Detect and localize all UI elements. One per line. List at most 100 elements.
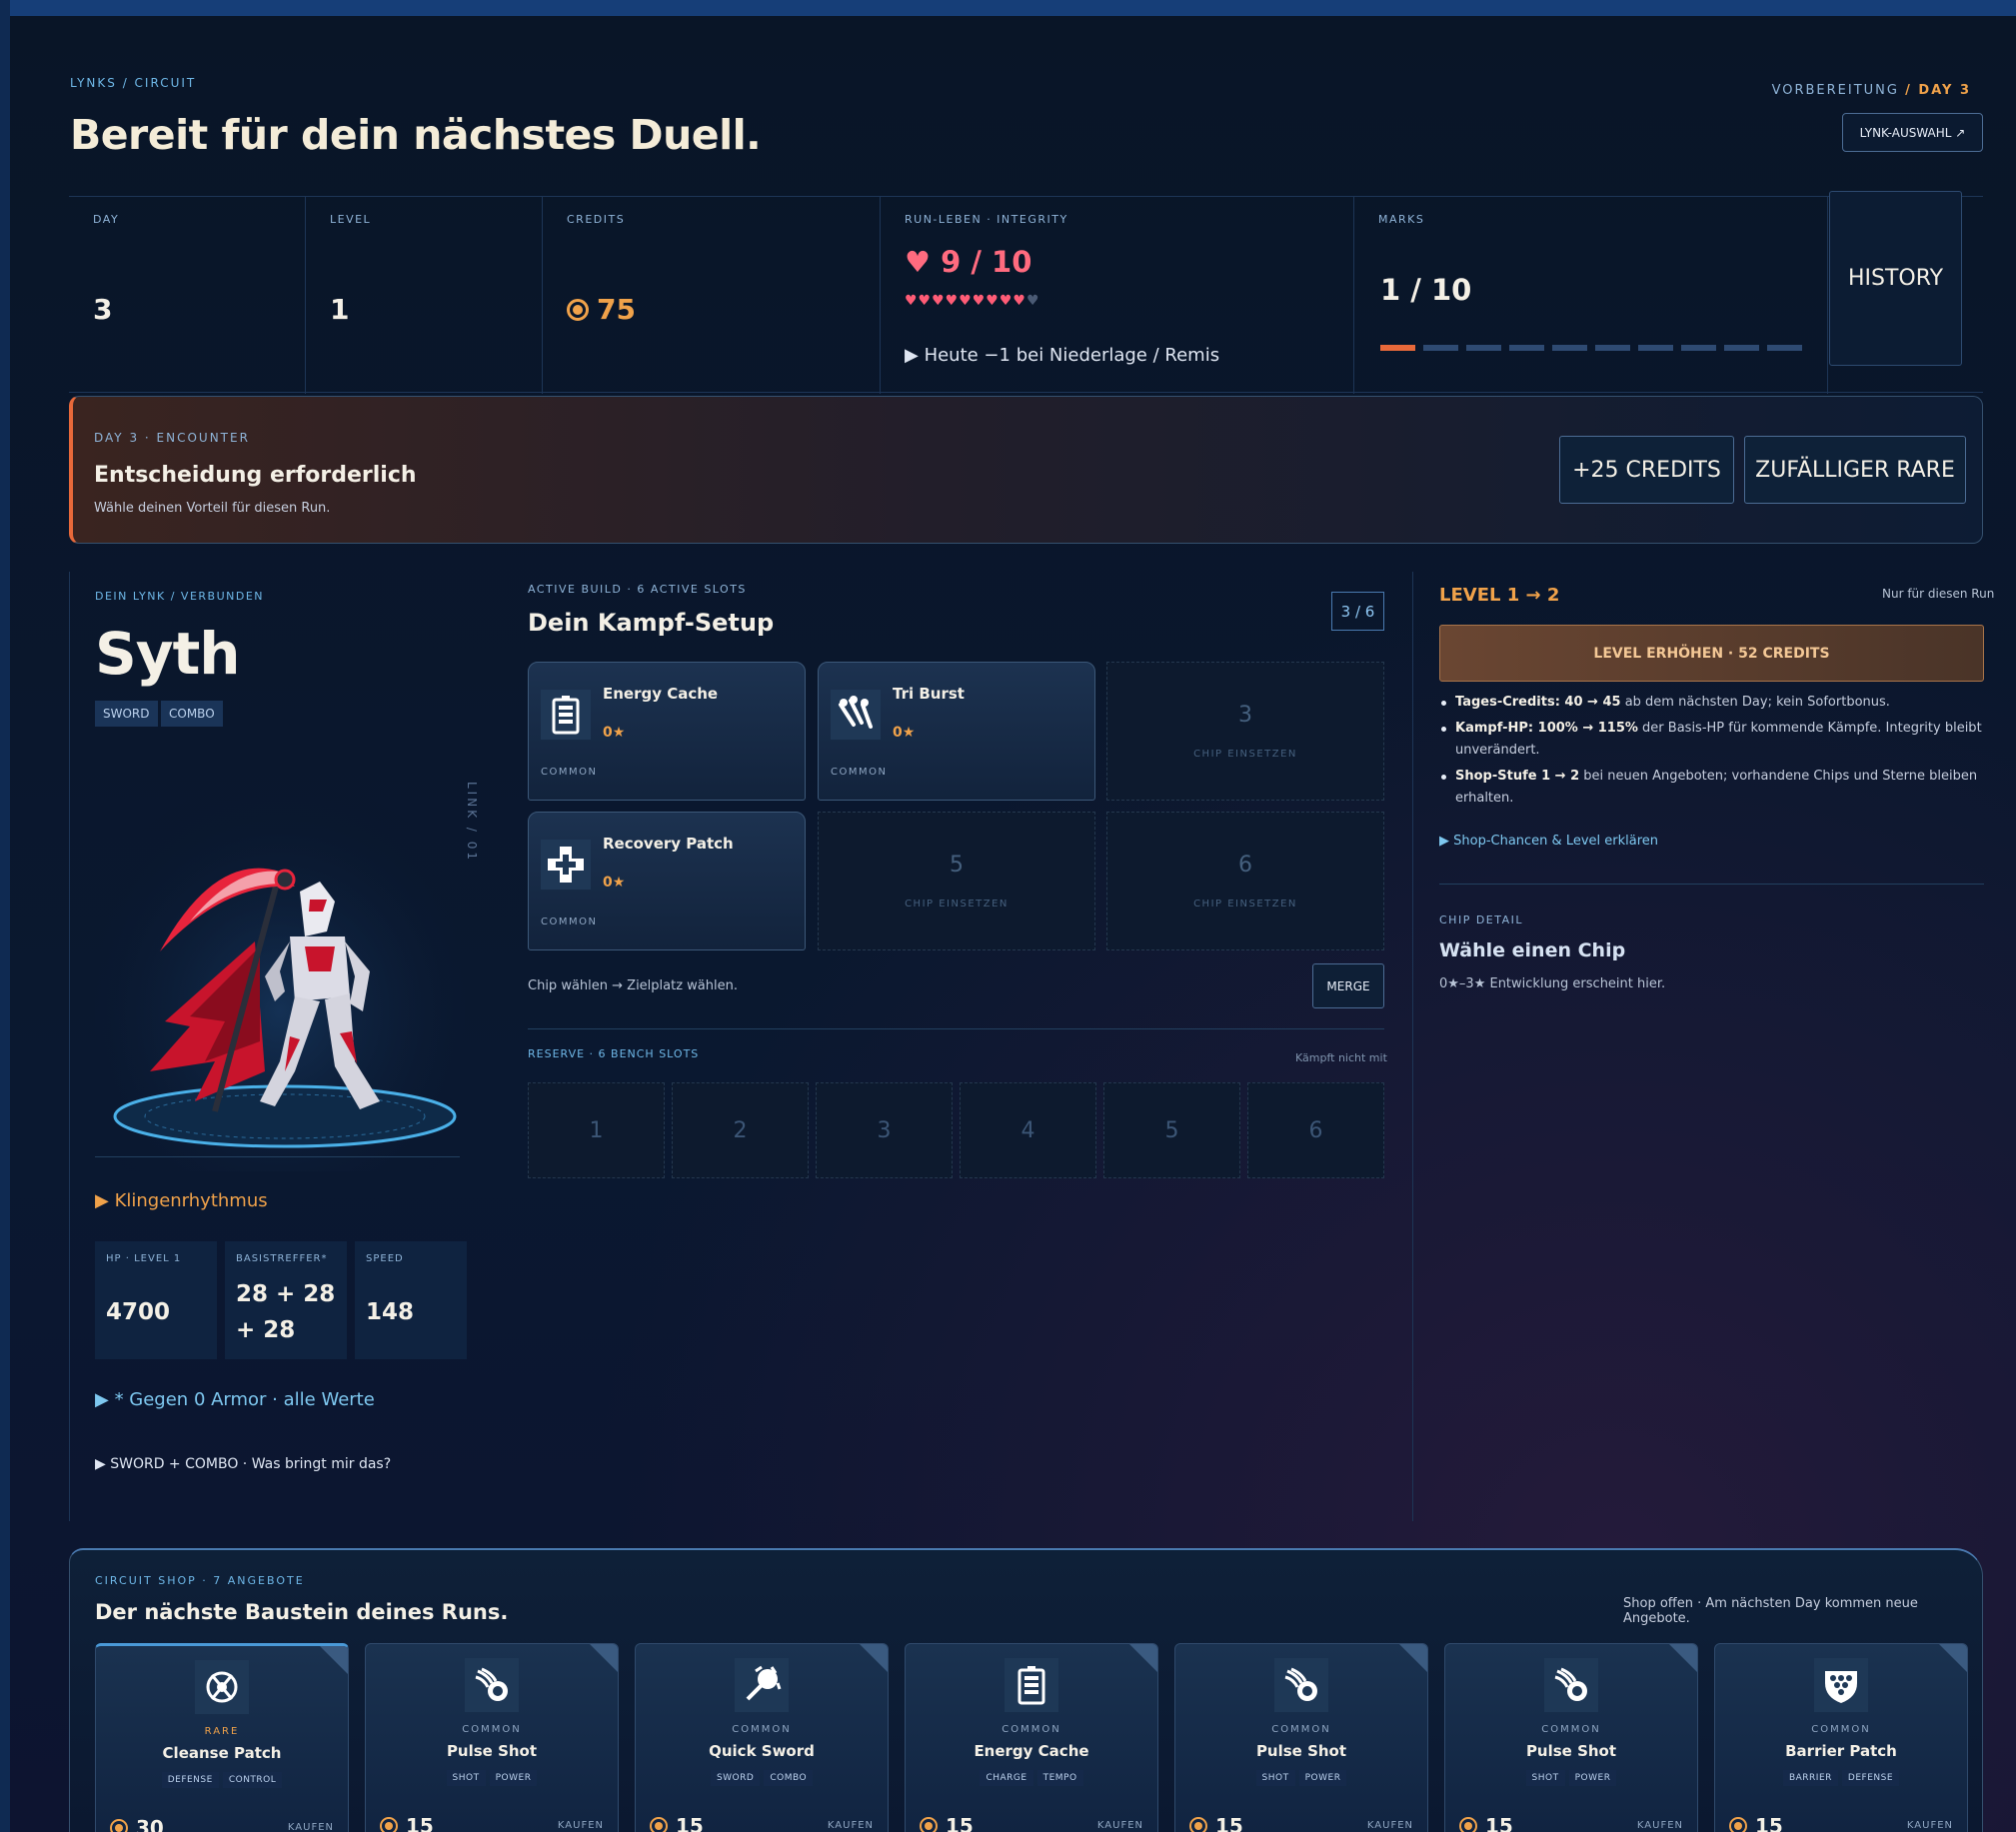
lynk-label: DEIN LYNK / VERBUNDEN	[95, 590, 265, 603]
stat-day-value: 3	[93, 293, 113, 326]
buy-button[interactable]: KAUFEN	[558, 1820, 604, 1831]
encounter-label: DAY 3 · ENCOUNTER	[94, 431, 250, 445]
game-frame: LYNKS / CIRCUIT Bereit für dein nächstes…	[10, 16, 2016, 1832]
chip-slot-tri-burst[interactable]: Tri Burst 0★ COMMON	[818, 662, 1095, 801]
ability-toggle[interactable]: ▶ Klingenrhythmus	[95, 1190, 268, 1211]
shop-card[interactable]: COMMON Energy Cache CHARGE TEMPO 15 KAUFEN	[905, 1643, 1158, 1832]
buy-button[interactable]: KAUFEN	[288, 1822, 334, 1832]
lynk-tag-combo: COMBO	[161, 701, 223, 727]
credits-option-button[interactable]: +25 CREDITS	[1559, 436, 1734, 504]
slot-number: 5	[950, 853, 964, 878]
sword-icon	[735, 1658, 789, 1712]
mark-segment	[1595, 345, 1630, 351]
base-hit-value-2: + 28	[236, 1317, 296, 1343]
top-accent-bar	[0, 0, 2016, 16]
mark-segment	[1423, 345, 1458, 351]
card-rarity: COMMON	[1541, 1724, 1601, 1735]
buy-button[interactable]: KAUFEN	[828, 1820, 874, 1831]
mark-segment	[1380, 345, 1415, 351]
benefit-bold: Kampf-HP: 100% → 115%	[1455, 721, 1638, 736]
lives-note-toggle[interactable]: ▶ Heute −1 bei Niederlage / Remis	[905, 345, 1219, 366]
merge-button[interactable]: MERGE	[1312, 963, 1384, 1008]
breadcrumb[interactable]: LYNKS / CIRCUIT	[70, 76, 196, 90]
bench-slot[interactable]: 3	[816, 1082, 953, 1178]
shop-card[interactable]: COMMON Quick Sword SWORD COMBO 15 KAUFEN	[635, 1643, 889, 1832]
empty-chip-slot-3[interactable]: 3 CHIP EINSETZEN	[1106, 662, 1384, 801]
coin-icon	[567, 299, 589, 321]
price-value: 15	[676, 1814, 704, 1832]
card-tag: BARRIER	[1782, 1770, 1838, 1786]
speed-value: 148	[366, 1299, 415, 1325]
stat-credits-label: CREDITS	[567, 213, 626, 226]
bench-slot[interactable]: 4	[960, 1082, 1096, 1178]
shop-card[interactable]: COMMON Pulse Shot SHOT POWER 15 KAUFEN	[1174, 1643, 1428, 1832]
speed-label: SPEED	[366, 1253, 404, 1264]
shop-card[interactable]: COMMON Pulse Shot SHOT POWER 15 KAUFEN	[1444, 1643, 1698, 1832]
benefit-bold: Shop-Stufe 1 → 2	[1455, 769, 1580, 784]
buy-button[interactable]: KAUFEN	[1907, 1820, 1953, 1831]
shop-card[interactable]: COMMON Barrier Patch BARRIER DEFENSE 15 KAUFE…	[1714, 1643, 1968, 1832]
bench-slot[interactable]: 6	[1247, 1082, 1384, 1178]
lynk-name: Syth	[95, 620, 241, 688]
bench-slot[interactable]: 2	[672, 1082, 809, 1178]
stat-marks: MARKS 1 / 10	[1354, 197, 1828, 394]
empty-chip-slot-5[interactable]: 5 CHIP EINSETZEN	[818, 812, 1095, 950]
chip-name: Recovery Patch	[603, 835, 734, 853]
card-tag: SHOT	[446, 1770, 486, 1786]
hp-stat-box: HP · LEVEL 1 4700	[95, 1241, 217, 1359]
shop-chances-link[interactable]: ▶ Shop-Chancen & Level erklären	[1439, 834, 1658, 849]
card-tags: SHOT POWER	[1445, 1770, 1697, 1786]
stat-level: LEVEL 1	[306, 197, 543, 394]
card-price: 15	[380, 1814, 434, 1832]
card-tag: POWER	[1568, 1770, 1617, 1786]
chip-slot-energy-cache[interactable]: Energy Cache 0★ COMMON	[528, 662, 806, 801]
build-divider	[528, 1028, 1384, 1029]
card-name: Pulse Shot	[1525, 1742, 1617, 1760]
card-tag: POWER	[1298, 1770, 1347, 1786]
card-tags: DEFENSE CONTROL	[96, 1772, 348, 1788]
empty-chip-slot-6[interactable]: 6 CHIP EINSETZEN	[1106, 812, 1384, 950]
base-hit-stat-box: BASISTREFFER* 28 + 28 + 28	[225, 1241, 347, 1359]
card-tag: CONTROL	[222, 1772, 283, 1788]
card-tag: SHOT	[1255, 1770, 1295, 1786]
shop-title: Der nächste Baustein deines Runs.	[95, 1600, 509, 1624]
stat-level-label: LEVEL	[330, 213, 372, 226]
page-title: Bereit für dein nächstes Duell.	[70, 111, 762, 159]
synergy-toggle[interactable]: ▶ SWORD + COMBO · Was bringt mir das?	[95, 1456, 391, 1472]
armor-note-toggle[interactable]: ▶ * Gegen 0 Armor · alle Werte	[95, 1389, 375, 1410]
buy-button[interactable]: KAUFEN	[1097, 1820, 1143, 1831]
card-rarity: COMMON	[732, 1724, 792, 1735]
chip-rarity: COMMON	[541, 767, 598, 778]
bench-slot[interactable]: 5	[1103, 1082, 1240, 1178]
buy-button[interactable]: KAUFEN	[1637, 1820, 1683, 1831]
level-up-note: Nur für diesen Run	[1882, 587, 1995, 601]
card-price: 15	[920, 1814, 974, 1832]
bench-slot[interactable]: 1	[528, 1082, 665, 1178]
level-up-button[interactable]: LEVEL ERHÖHEN · 52 CREDITS	[1439, 625, 1984, 682]
card-tags: SHOT POWER	[366, 1770, 618, 1786]
chip-slot-recovery-patch[interactable]: Recovery Patch 0★ COMMON	[528, 812, 806, 950]
buy-button[interactable]: KAUFEN	[1367, 1820, 1413, 1831]
reserve-note: Kämpft nicht mit	[1295, 1051, 1387, 1064]
lynk-select-button[interactable]: LYNK-AUSWAHL ↗	[1842, 113, 1983, 152]
random-rare-button[interactable]: ZUFÄLLIGER RARE	[1744, 436, 1966, 504]
chip-rarity: COMMON	[831, 767, 888, 778]
build-label: ACTIVE BUILD · 6 ACTIVE SLOTS	[528, 583, 747, 596]
card-tag: DEFENSE	[1841, 1770, 1900, 1786]
mark-segment	[1767, 345, 1802, 351]
price-value: 15	[406, 1814, 434, 1832]
coin-icon	[650, 1817, 668, 1832]
history-button[interactable]: HISTORY	[1829, 191, 1962, 366]
shop-card[interactable]: COMMON Pulse Shot SHOT POWER 15 KAUFEN	[365, 1643, 619, 1832]
card-tag: SHOT	[1525, 1770, 1565, 1786]
shop-card[interactable]: RARE Cleanse Patch DEFENSE CONTROL 30 KAUFEN	[95, 1643, 349, 1832]
shop-label: CIRCUIT SHOP · 7 ANGEBOTE	[95, 1574, 305, 1587]
coin-icon	[380, 1817, 398, 1832]
price-value: 15	[1485, 1814, 1513, 1832]
slot-hint: CHIP EINSETZEN	[905, 899, 1008, 910]
shop-note: Shop offen · Am nächsten Day kommen neue…	[1623, 1596, 1918, 1626]
hearts-empty: ♥	[1025, 293, 1040, 309]
chip-rarity: COMMON	[541, 916, 598, 927]
card-price: 15	[1729, 1814, 1783, 1832]
card-name: Pulse Shot	[1255, 1742, 1347, 1760]
